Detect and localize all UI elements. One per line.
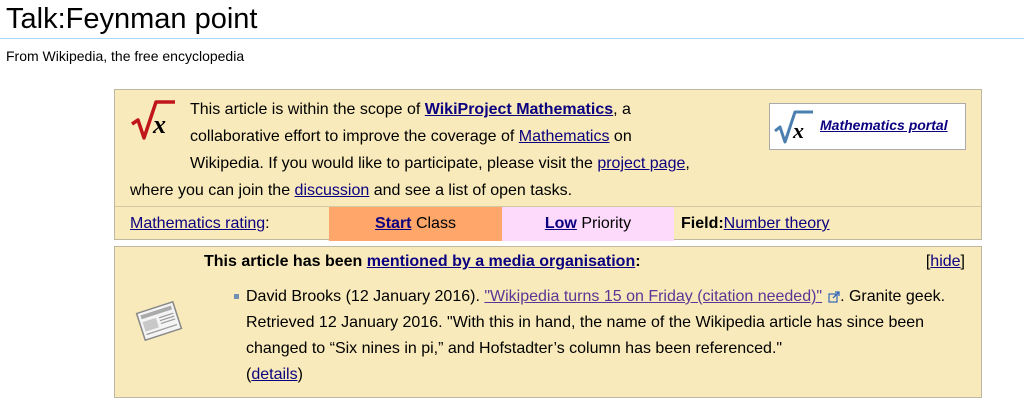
class-rating-cell: Start Class	[329, 207, 502, 241]
banner-description: This article is within the scope of Wiki…	[130, 96, 730, 204]
page-title: Talk:Feynman point	[6, 3, 258, 35]
priority-suffix: Priority	[576, 215, 632, 232]
mathematics-rating-link[interactable]: Mathematics rating	[130, 215, 265, 232]
newspaper-icon	[135, 300, 183, 342]
svg-text:x: x	[792, 118, 804, 143]
media-heading-prefix: This article has been	[204, 253, 367, 270]
mathematics-portal-box[interactable]: x Mathematics portal	[769, 103, 966, 150]
external-link-icon[interactable]	[828, 291, 840, 303]
article-title-link[interactable]: "Wikipedia turns 15 on Friday (citation …	[484, 288, 822, 305]
hide-link[interactable]: hide	[930, 253, 960, 270]
rating-colon: :	[265, 215, 270, 232]
banner-text-4: on	[609, 128, 632, 145]
banner-text-1: This article is within the scope of	[190, 101, 425, 118]
rating-label: Mathematics rating:	[130, 215, 270, 233]
banner-text-2: , a	[613, 101, 631, 118]
sqrt-x-icon: x	[774, 110, 813, 144]
media-entry: David Brooks (12 January 2016). "Wikiped…	[234, 284, 974, 388]
banner-text-8: and see a list of open tasks.	[369, 182, 573, 199]
details-link[interactable]: details	[251, 366, 297, 383]
title-divider	[0, 38, 1024, 39]
number-theory-link[interactable]: Number theory	[724, 215, 830, 232]
wikiproject-banner: x This article is within the scope of Wi…	[114, 89, 982, 241]
entry-author: David Brooks (12 January 2016).	[246, 288, 485, 305]
mathematics-portal-link[interactable]: Mathematics portal	[820, 117, 948, 133]
field-cell: Field:Number theory	[681, 215, 830, 233]
media-heading-suffix: :	[635, 253, 641, 270]
media-organisation-link[interactable]: mentioned by a media organisation	[367, 253, 636, 270]
priority-rating-cell: Low Priority	[502, 207, 674, 241]
hide-toggle: [hide]	[926, 253, 965, 271]
media-mention-box: This article has been mentioned by a med…	[114, 246, 982, 398]
field-label: Field	[681, 215, 719, 232]
mathematics-link[interactable]: Mathematics	[519, 128, 610, 145]
page-tagline: From Wikipedia, the free encyclopedia	[6, 48, 245, 64]
banner-text-3: collaborative effort to improve the cove…	[190, 128, 519, 145]
project-page-link[interactable]: project page	[597, 155, 685, 172]
banner-text-5: Wikipedia. If you would like to particip…	[190, 155, 598, 172]
media-heading: This article has been mentioned by a med…	[204, 253, 641, 271]
details-close: )	[297, 366, 303, 383]
banner-text-7: where you can join the	[130, 182, 295, 199]
class-suffix: Class	[411, 215, 456, 232]
start-class-link[interactable]: Start	[375, 215, 411, 232]
bullet-icon	[234, 294, 239, 299]
banner-text-6: ,	[685, 155, 690, 172]
rating-row: Mathematics rating: Start Class Low Prio…	[115, 206, 981, 241]
low-priority-link[interactable]: Low	[545, 215, 577, 232]
wikiproject-mathematics-link[interactable]: WikiProject Mathematics	[425, 101, 613, 118]
hide-bracket-close: ]	[960, 253, 965, 270]
discussion-link[interactable]: discussion	[295, 182, 370, 199]
